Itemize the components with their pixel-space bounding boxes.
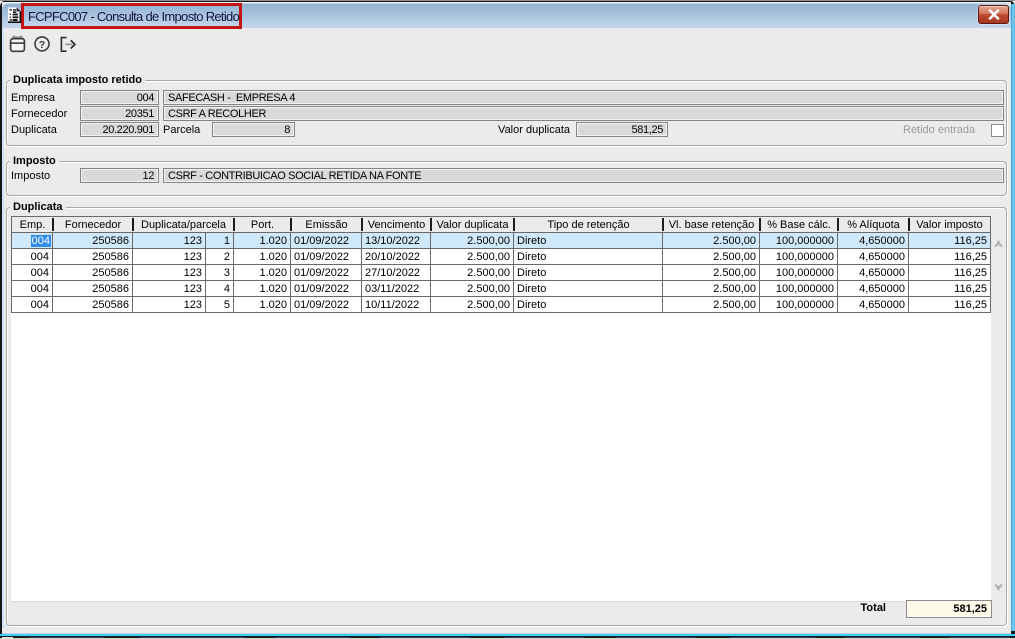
svg-text:?: ? — [39, 39, 45, 51]
